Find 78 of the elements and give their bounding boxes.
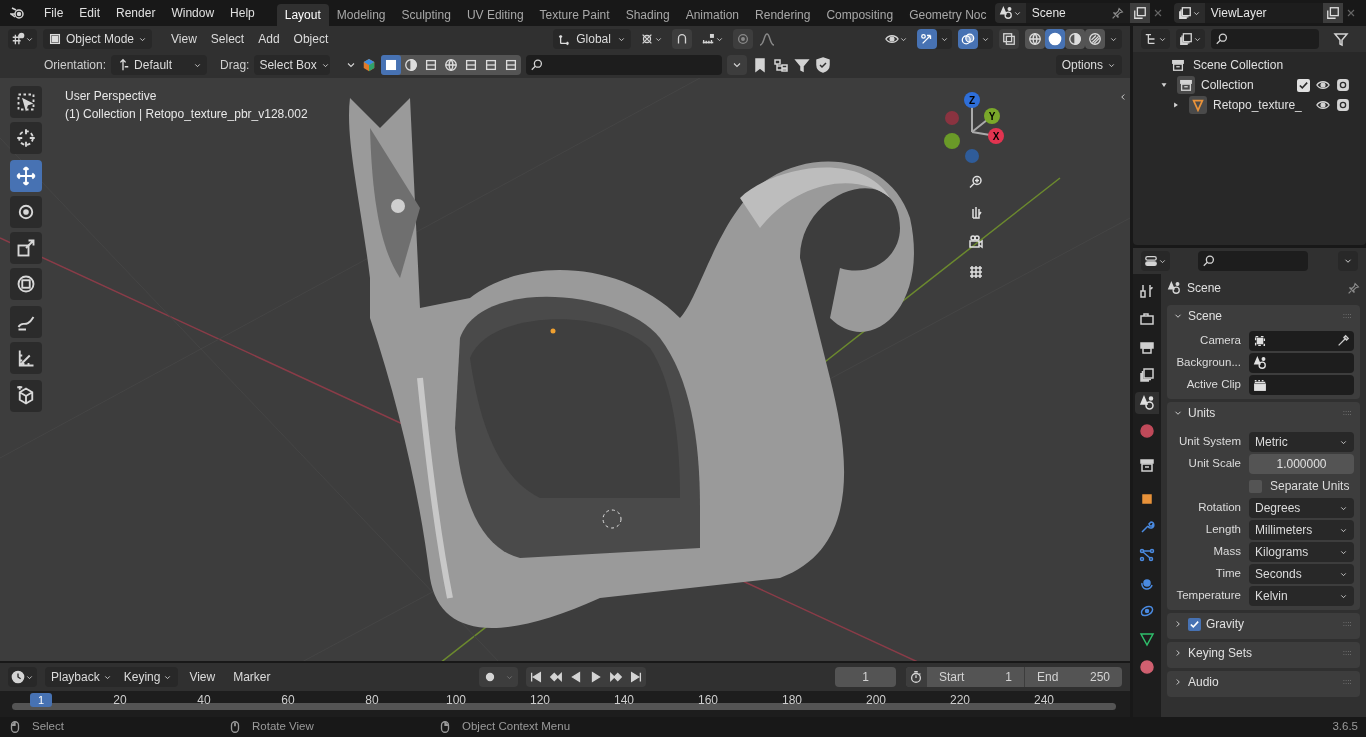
workspace-tab[interactable]: Modeling [328,4,394,26]
status-hint: Select [32,719,64,735]
frame-number: 20 [112,693,128,707]
drag-dropdown[interactable]: Select Box [254,55,331,75]
field-label: Rotation [1197,500,1241,516]
menu-dropdown[interactable]: Playback [45,667,118,687]
properties-title: Scene [1187,280,1223,297]
status-hint: Rotate View [252,719,314,735]
current-frame-field[interactable]: 1 [834,667,896,687]
menu-item[interactable]: Help [222,2,263,24]
frame-number: 60 [280,693,296,707]
menu-item[interactable]: Select [203,29,252,49]
workspace-tab[interactable]: Geometry Noc [901,4,995,26]
workspace-tab[interactable]: Texture Paint [531,4,618,26]
menu-item[interactable]: File [36,2,72,24]
panel-header[interactable]: Units [1188,404,1337,422]
drag-label: Drag: [220,57,250,74]
menu-item[interactable]: Marker [226,667,278,687]
value-dropdown[interactable]: Kelvin [1249,586,1354,606]
value-dropdown[interactable]: Seconds [1249,564,1354,584]
frame-number: 240 [1033,693,1055,707]
menu-item[interactable]: Edit [71,2,109,24]
workspace-tab[interactable]: Sculpting [393,4,459,26]
orientation-label: Orientation: [44,57,107,74]
end-frame-field[interactable]: End 250 [1024,667,1122,687]
menu-item[interactable]: Add [251,29,287,49]
value-dropdown[interactable]: Degrees [1249,498,1354,518]
checkbox-label: Separate Units [1270,478,1350,495]
tree-item[interactable]: Retopo_texture_ [1213,96,1310,114]
view-name: User Perspective [65,88,157,105]
field-label: Backgroun... [1175,355,1241,371]
field-label: Time [1214,566,1241,582]
number-field[interactable]: 1.000000 [1249,454,1354,474]
orientation-dropdown[interactable]: Global [553,29,632,49]
field-label: Active Clip [1185,377,1241,393]
tree-item[interactable]: Collection [1201,76,1297,94]
orientation-dropdown[interactable]: Default [111,55,208,75]
field-label: Length [1204,522,1241,538]
mode-dropdown[interactable]: Object Mode [43,29,153,49]
playhead[interactable]: 1 [30,693,52,707]
frame-number: 140 [613,693,635,707]
options-dropdown[interactable]: Options [1055,55,1122,75]
menu-item[interactable]: View [182,667,223,687]
workspace-tab[interactable]: UV Editing [458,4,532,26]
menu-item[interactable]: Object [286,29,336,49]
menu-item[interactable]: Window [163,2,223,24]
frame-number: 160 [697,693,719,707]
workspace-tab[interactable]: Shading [617,4,678,26]
frame-number: 40 [196,693,212,707]
workspace-tab[interactable]: Rendering [747,4,819,26]
value-dropdown[interactable]: Kilograms [1249,542,1354,562]
panel-header[interactable]: Scene [1188,307,1337,325]
frame-number: 220 [949,693,971,707]
object-info: (1) Collection | Retopo_texture_pbr_v128.002 [65,106,308,123]
menu-item[interactable]: View [164,29,204,49]
menu-item[interactable]: Render [108,2,164,24]
workspace-tab[interactable]: Animation [677,4,748,26]
menu-dropdown[interactable]: Keying [117,667,179,687]
field-label: Camera [1199,333,1241,349]
field-label: Unit Scale [1187,456,1241,472]
field-label: Unit System [1178,434,1241,450]
scene-name-field[interactable]: Scene [1025,3,1130,23]
workspace-tab[interactable]: Layout [276,4,329,26]
start-frame-field[interactable]: Start 1 [926,667,1024,687]
value-dropdown[interactable]: Metric [1249,432,1354,452]
status-hint: Object Context Menu [462,719,571,735]
frame-number: 180 [781,693,803,707]
field-label: Mass [1212,544,1241,560]
workspace-tab[interactable]: Compositing [818,4,902,26]
tree-item[interactable]: Scene Collection [1193,56,1350,74]
frame-number: 100 [445,693,467,707]
frame-number: 80 [364,693,380,707]
value-dropdown[interactable]: Millimeters [1249,520,1354,540]
frame-number: 200 [865,693,887,707]
view-layer-name-field[interactable]: ViewLayer [1204,3,1323,23]
field-label: Temperature [1175,588,1241,604]
frame-number: 120 [529,693,551,707]
version-label: 3.6.5 [1332,719,1358,735]
